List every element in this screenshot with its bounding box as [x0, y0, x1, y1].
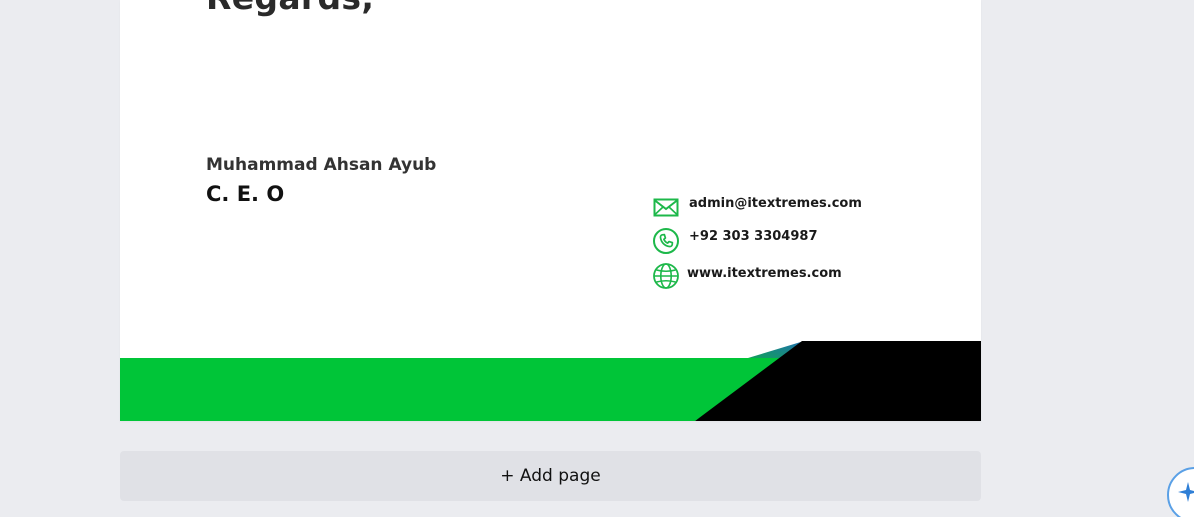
- document-page[interactable]: Regards, Muhammad Ahsan Ayub C. E. O adm…: [120, 0, 981, 421]
- closing-text[interactable]: Regards,: [206, 0, 374, 17]
- globe-icon: [653, 263, 679, 289]
- assistant-button[interactable]: [1167, 467, 1194, 517]
- sparkle-icon: [1178, 482, 1194, 502]
- contact-phone-text: +92 303 3304987: [689, 228, 818, 244]
- add-page-button[interactable]: + Add page: [120, 451, 981, 501]
- mail-icon: [653, 198, 679, 217]
- editor-canvas: Regards, Muhammad Ahsan Ayub C. E. O adm…: [0, 0, 1194, 517]
- footer-green-band: [120, 358, 788, 421]
- contact-email[interactable]: admin@itextremes.com: [652, 193, 862, 221]
- footer-black-band: [695, 341, 981, 421]
- footer-teal-accent: [748, 341, 804, 358]
- contact-phone[interactable]: +92 303 3304987: [652, 227, 818, 255]
- contact-website[interactable]: www.itextremes.com: [652, 262, 842, 290]
- signer-name[interactable]: Muhammad Ahsan Ayub: [206, 155, 436, 175]
- contact-email-text: admin@itextremes.com: [689, 195, 862, 211]
- contact-website-text: www.itextremes.com: [687, 265, 842, 281]
- signer-title[interactable]: C. E. O: [206, 182, 284, 206]
- phone-icon: [653, 228, 679, 254]
